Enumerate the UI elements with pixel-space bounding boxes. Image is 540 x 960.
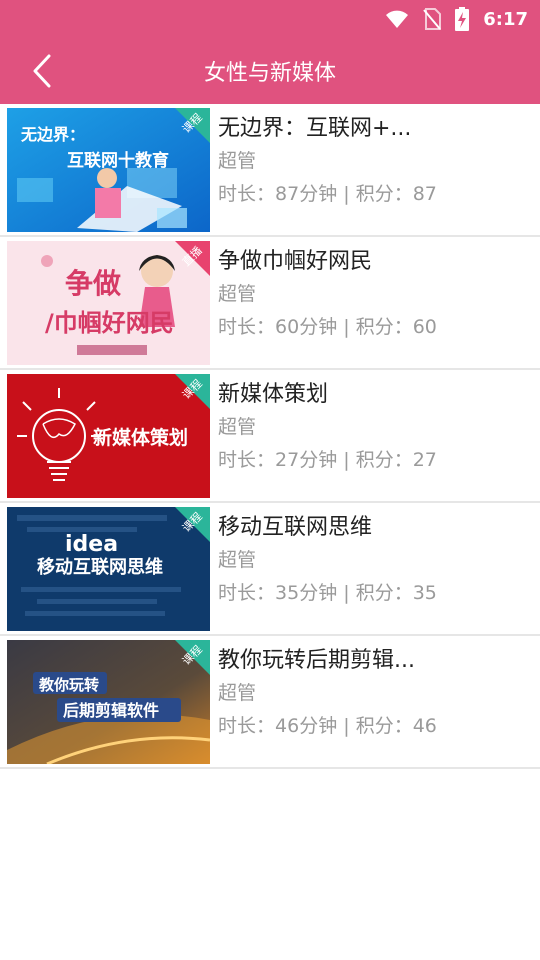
course-item[interactable]: 新媒体策划 课程 新媒体策划 超管 时长：27分钟 | 积分：27 [0, 370, 540, 503]
course-author: 超管 [218, 549, 257, 571]
points-label: 积分： [355, 449, 413, 471]
points-label: 积分： [355, 316, 413, 338]
course-author: 超管 [218, 283, 257, 305]
thumbnail-text: 无边界： [20, 125, 85, 144]
status-time: 6:17 [483, 8, 528, 30]
meta-separator: | [343, 715, 350, 737]
points-label: 积分： [355, 582, 413, 604]
thumbnail-text: /巾帼好网民 [45, 309, 174, 337]
back-button[interactable] [20, 49, 64, 93]
duration-value: 27分钟 [275, 449, 338, 471]
page-title: 女性与新媒体 [203, 61, 336, 86]
course-author: 超管 [218, 682, 257, 704]
course-meta: 时长：46分钟 | 积分：46 [218, 713, 530, 739]
duration-value: 60分钟 [275, 316, 338, 338]
course-thumbnail: 争做 /巾帼好网民 直播 [7, 241, 210, 365]
duration-value: 87分钟 [275, 183, 338, 205]
course-item[interactable]: 教你玩转 后期剪辑软件 课程 教你玩转后期剪辑... 超管 时长：46分钟 | … [0, 636, 540, 769]
thumbnail-text: idea [65, 532, 118, 557]
course-item[interactable]: 争做 /巾帼好网民 直播 争做巾帼好网民 超管 时长：60分钟 | 积分：60 [0, 237, 540, 370]
duration-label: 时长： [218, 449, 276, 471]
course-list: 无边界： 互联网十教育 课程 无边界：互联网+... 超管 时长：87分钟 | … [0, 104, 540, 769]
course-item[interactable]: idea 移动互联网思维 课程 移动互联网思维 超管 时长：35分钟 | 积分：… [0, 503, 540, 636]
status-bar: 6:17 [0, 0, 540, 38]
thumbnail-text: 互联网十教育 [67, 150, 169, 171]
meta-separator: | [343, 582, 350, 604]
points-label: 积分： [355, 183, 413, 205]
meta-separator: | [343, 183, 350, 205]
thumbnail-text: 新媒体策划 [93, 426, 188, 449]
app-bar: 女性与新媒体 [0, 38, 540, 104]
duration-label: 时长： [218, 582, 276, 604]
course-thumbnail: 新媒体策划 课程 [7, 374, 210, 498]
meta-separator: | [343, 449, 350, 471]
duration-value: 46分钟 [275, 715, 338, 737]
duration-value: 35分钟 [275, 582, 338, 604]
wifi-icon [386, 10, 409, 28]
chevron-left-icon [33, 54, 51, 88]
course-title: 移动互联网思维 [218, 515, 373, 540]
course-title: 争做巾帼好网民 [218, 249, 373, 274]
thumbnail-text: 移动互联网思维 [37, 556, 163, 578]
course-author: 超管 [218, 150, 257, 172]
course-meta: 时长：87分钟 | 积分：87 [218, 181, 530, 207]
no-sim-icon [423, 8, 442, 30]
course-thumbnail: idea 移动互联网思维 课程 [7, 507, 210, 631]
points-value: 87 [412, 183, 437, 205]
points-value: 35 [412, 582, 437, 604]
points-value: 60 [412, 316, 437, 338]
thumbnail-text: 教你玩转 [38, 676, 99, 694]
course-meta: 时长：35分钟 | 积分：35 [218, 580, 530, 606]
battery-charging-icon [455, 7, 470, 31]
thumbnail-text: 后期剪辑软件 [63, 701, 159, 720]
course-meta: 时长：27分钟 | 积分：27 [218, 447, 530, 473]
course-title: 无边界：互联网+... [218, 116, 412, 141]
duration-label: 时长： [218, 183, 276, 205]
course-title: 新媒体策划 [218, 382, 329, 407]
course-thumbnail: 教你玩转 后期剪辑软件 课程 [7, 640, 210, 764]
thumbnail-text: 争做 [65, 267, 121, 300]
meta-separator: | [343, 316, 350, 338]
course-meta: 时长：60分钟 | 积分：60 [218, 314, 530, 340]
course-thumbnail: 无边界： 互联网十教育 课程 [7, 108, 210, 232]
duration-label: 时长： [218, 715, 276, 737]
course-title: 教你玩转后期剪辑... [218, 648, 415, 673]
points-label: 积分： [355, 715, 413, 737]
course-author: 超管 [218, 416, 257, 438]
course-item[interactable]: 无边界： 互联网十教育 课程 无边界：互联网+... 超管 时长：87分钟 | … [0, 104, 540, 237]
points-value: 27 [412, 449, 437, 471]
points-value: 46 [412, 715, 437, 737]
duration-label: 时长： [218, 316, 276, 338]
